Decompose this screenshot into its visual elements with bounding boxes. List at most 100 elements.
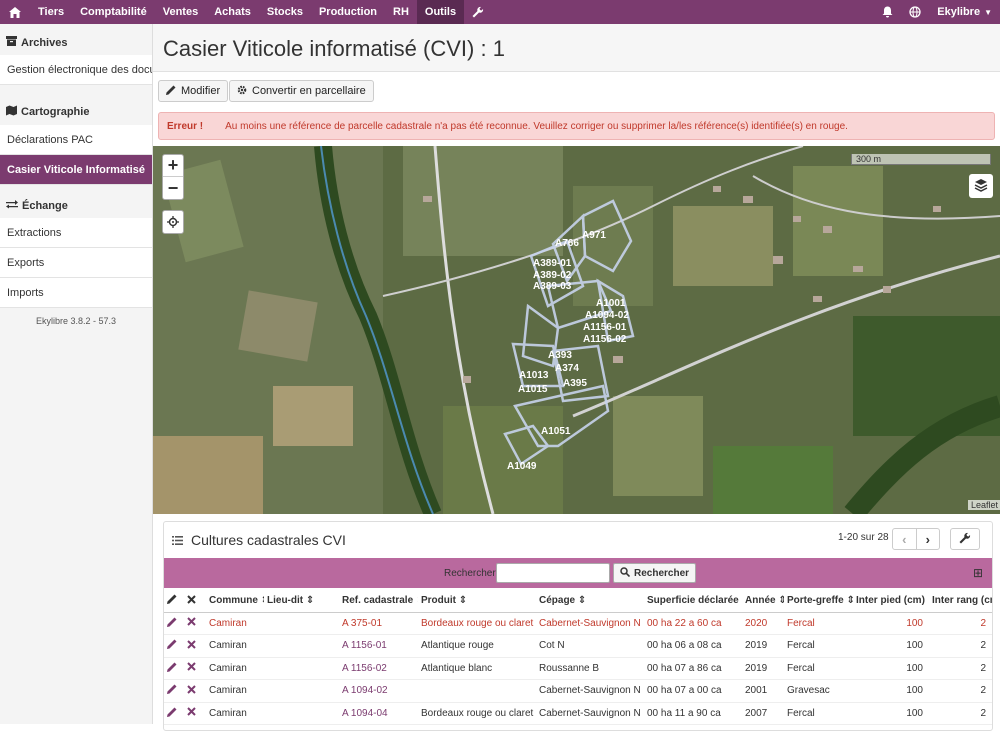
panel-title: Cultures cadastrales CVI: [191, 532, 346, 548]
sidebar-item-extractions[interactable]: Extractions: [0, 218, 152, 248]
delete-row-icon[interactable]: [184, 702, 206, 725]
home-icon[interactable]: [0, 0, 30, 24]
next-page-button[interactable]: ›: [917, 529, 940, 549]
nav-achats[interactable]: Achats: [206, 0, 259, 24]
delete-row-icon[interactable]: [184, 634, 206, 658]
zoom-out-button[interactable]: −: [163, 177, 183, 199]
convert-button[interactable]: Convertir en parcellaire: [229, 80, 374, 102]
cell-commune: Camiran: [206, 657, 264, 680]
error-alert: Erreur ! Au moins une référence de parce…: [158, 112, 995, 140]
column-superficie[interactable]: Superficie déclarée: [644, 590, 742, 613]
cell-superficie: 00 ha 22 a 60 ca: [644, 612, 742, 635]
edit-row-icon[interactable]: [164, 679, 184, 703]
zoom-control: + −: [162, 154, 184, 200]
column-porte-greffe[interactable]: Porte-greffe ⇕: [784, 590, 853, 613]
cell-lieu: [264, 679, 339, 703]
edit-row-icon[interactable]: [164, 702, 184, 725]
cell-cepage: Roussanne B: [536, 657, 644, 680]
cell-pied: 100: [853, 702, 929, 725]
edit-row-icon[interactable]: [164, 612, 184, 635]
sidebar-item-cvi[interactable]: Casier Viticole Informatisé: [0, 155, 152, 185]
sidebar-item-ged[interactable]: Gestion électronique des docu…: [0, 55, 152, 85]
wrench-icon[interactable]: [464, 0, 492, 24]
cell-commune: Camiran: [206, 702, 264, 725]
sidebar-section-archives: Archives: [0, 24, 152, 55]
globe-icon[interactable]: [901, 0, 929, 24]
sidebar: Archives Gestion électronique des docu… …: [0, 24, 153, 724]
locate-button[interactable]: [162, 210, 184, 234]
gear-icon: [237, 85, 247, 98]
cell-porte: Gravesac: [784, 679, 853, 703]
zoom-in-button[interactable]: +: [163, 155, 183, 177]
modify-label: Modifier: [181, 85, 221, 97]
cell-produit: Bordeaux rouge ou claret: [418, 702, 536, 725]
cell-porte: Fercal: [784, 612, 853, 635]
table-header-row: Commune ⇕ Lieu-dit ⇕ Ref. cadastrale ⇕ P…: [164, 590, 992, 613]
nav-outils[interactable]: Outils: [416, 0, 465, 24]
column-cepage[interactable]: Cépage ⇕: [536, 590, 644, 613]
cell-produit: [418, 679, 536, 703]
prev-page-button[interactable]: ‹: [893, 529, 917, 549]
cell-superficie: 00 ha 06 a 08 ca: [644, 634, 742, 658]
nav-tiers[interactable]: Tiers: [30, 0, 72, 24]
cell-commune: Camiran: [206, 612, 264, 635]
cell-porte: Fercal: [784, 657, 853, 680]
layers-button[interactable]: [969, 174, 993, 198]
cell-rang: 2: [929, 634, 992, 658]
search-input[interactable]: [496, 563, 610, 583]
cell-rang: 2: [929, 612, 992, 635]
cell-cepage: Cabernet-Sauvignon N: [536, 679, 644, 703]
cell-lieu: [264, 612, 339, 635]
edit-row-icon[interactable]: [164, 657, 184, 680]
modify-button[interactable]: Modifier: [158, 80, 229, 102]
sidebar-item-pac[interactable]: Déclarations PAC: [0, 125, 152, 155]
table-row: Camiran A 1094-04 Bordeaux rouge ou claret…: [164, 702, 992, 725]
page-title: Casier Viticole informatisé (CVI) : 1: [163, 36, 505, 61]
nav-comptabilite[interactable]: Comptabilité: [72, 0, 155, 24]
cell-ref[interactable]: A 1156-02: [339, 657, 418, 680]
cell-porte: Fercal: [784, 702, 853, 725]
column-lieu-dit[interactable]: Lieu-dit ⇕: [264, 590, 339, 613]
nav-production[interactable]: Production: [311, 0, 385, 24]
search-button[interactable]: Rechercher: [613, 563, 697, 583]
delete-row-icon[interactable]: [184, 679, 206, 703]
delete-row-icon[interactable]: [184, 657, 206, 680]
sidebar-item-exports[interactable]: Exports: [0, 248, 152, 278]
column-produit[interactable]: Produit ⇕: [418, 590, 536, 613]
cell-annee: 2020: [742, 612, 784, 635]
map-attribution[interactable]: Leaflet: [968, 500, 1000, 510]
cell-ref[interactable]: A 1094-02: [339, 679, 418, 703]
column-annee[interactable]: Année ⇕: [742, 590, 784, 613]
edit-row-icon[interactable]: [164, 634, 184, 658]
convert-label: Convertir en parcellaire: [252, 85, 366, 97]
nav-rh[interactable]: RH: [385, 0, 417, 24]
parcel-label: A389-03: [533, 281, 572, 292]
user-menu[interactable]: Ekylibre ▼: [929, 0, 1000, 24]
nav-stocks[interactable]: Stocks: [259, 0, 311, 24]
delete-row-icon[interactable]: [184, 612, 206, 635]
search-button-label: Rechercher: [634, 567, 690, 579]
nav-ventes[interactable]: Ventes: [155, 0, 206, 24]
parcel-label: A389-01: [533, 258, 572, 269]
sidebar-item-imports[interactable]: Imports: [0, 278, 152, 308]
cell-ref[interactable]: A 375-01: [339, 612, 418, 635]
column-inter-pied[interactable]: Inter pied (cm): [853, 590, 929, 613]
sidebar-section-title: Archives: [21, 36, 68, 49]
column-ref[interactable]: Ref. cadastrale ⇕: [339, 590, 418, 613]
bell-icon[interactable]: [874, 0, 901, 24]
parcel-label: A1049: [507, 461, 537, 472]
column-inter-rang[interactable]: Inter rang (cm): [929, 590, 992, 613]
parcel-label: A1001: [596, 298, 626, 309]
map-view[interactable]: A971 A766 A389-01 A389-02 A389-03 A1001 …: [153, 146, 1000, 514]
cell-commune: Camiran: [206, 679, 264, 703]
version-label: Ekylibre 3.8.2 - 57.3: [35, 316, 117, 326]
cell-ref[interactable]: A 1156-01: [339, 634, 418, 658]
table-settings-button[interactable]: [950, 528, 980, 550]
column-commune[interactable]: Commune ⇕: [206, 590, 264, 613]
cell-ref[interactable]: A 1094-04: [339, 702, 418, 725]
crosshair-icon: [163, 211, 183, 233]
parcel-label: A389-02: [533, 270, 572, 281]
layers-icon: [974, 178, 988, 195]
parcel-label: A1015: [518, 384, 548, 395]
expand-icon[interactable]: ⊞: [973, 566, 983, 580]
